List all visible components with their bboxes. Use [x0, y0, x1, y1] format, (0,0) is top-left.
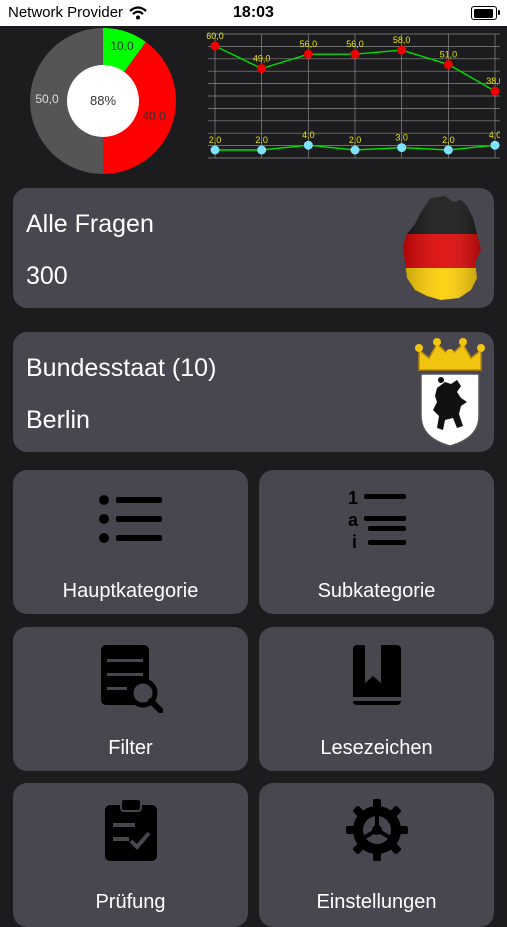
- pie-slice-label-grey: 50,0: [35, 92, 59, 106]
- upper-series-point: [397, 45, 407, 55]
- settings-label: Einstellungen: [316, 891, 437, 913]
- lower-series-point: [257, 145, 267, 155]
- lower-series-value-label: 2,0: [442, 135, 455, 145]
- lower-series-point: [350, 145, 360, 155]
- svg-text:i: i: [352, 532, 357, 550]
- score-pie-chart[interactable]: 88% 10,0 40,0 50,0: [28, 26, 178, 176]
- progress-line-chart[interactable]: 60,0 49,0 56,0 56,0 58,0 51,0 38,0 2,0 2,0 4,0 2,0…: [200, 26, 500, 162]
- lower-series-point: [490, 140, 500, 150]
- sub-category-tile[interactable]: 1 a i Subkategorie: [259, 470, 494, 614]
- upper-series-value-label: 58,0: [393, 35, 411, 45]
- numbered-list-icon: 1 a i: [348, 488, 406, 550]
- all-questions-count: 300: [26, 262, 68, 290]
- clock: 18:03: [233, 4, 274, 21]
- lower-series-value-label: 2,0: [209, 135, 222, 145]
- filter-tile[interactable]: Filter: [13, 627, 248, 771]
- upper-series-point: [490, 86, 500, 96]
- state-title: Bundesstaat (10): [26, 354, 217, 382]
- chart-value-labels: 60,0 49,0 56,0 56,0 58,0 51,0 38,0 2,0 2,0 4,0 2,0…: [206, 31, 500, 145]
- pie-center-label: 88%: [90, 93, 116, 108]
- upper-series-point: [257, 64, 267, 74]
- battery-icon: [471, 6, 500, 20]
- upper-series-point: [210, 41, 220, 51]
- upper-series-value-label: 60,0: [206, 31, 224, 41]
- gear-icon: [345, 799, 408, 861]
- sub-category-label: Subkategorie: [317, 580, 436, 602]
- clipboard-check-icon: [104, 798, 157, 861]
- state-card[interactable]: Bundesstaat (10) Berlin: [13, 332, 494, 452]
- settings-tile[interactable]: Einstellungen: [259, 783, 494, 927]
- svg-text:1: 1: [348, 488, 358, 508]
- lower-series-point: [443, 145, 453, 155]
- exam-tile[interactable]: Prüfung: [13, 783, 248, 927]
- germany-flag-map-icon: [403, 196, 481, 300]
- upper-series-point: [350, 49, 360, 59]
- main-category-label: Hauptkategorie: [62, 580, 199, 602]
- lower-series-value-label: 4,0: [489, 130, 500, 140]
- upper-series-point: [303, 49, 313, 59]
- upper-series-value-label: 38,0: [486, 76, 500, 86]
- lower-series-point: [303, 140, 313, 150]
- upper-series-point: [443, 59, 453, 69]
- upper-series-value-label: 51,0: [440, 49, 458, 59]
- upper-series-value-label: 56,0: [346, 39, 364, 49]
- pie-slice-label-red: 40,0: [142, 109, 166, 123]
- berlin-coat-of-arms-icon: [415, 338, 485, 447]
- lower-series-value-label: 3,0: [395, 133, 408, 143]
- all-questions-card[interactable]: Alle Fragen 300: [13, 188, 494, 308]
- svg-text:a: a: [348, 510, 359, 530]
- pie-slice-label-green: 10,0: [110, 39, 134, 53]
- lower-series-point: [210, 145, 220, 155]
- lower-series-point: [397, 143, 407, 153]
- filter-label: Filter: [108, 737, 153, 759]
- filter-search-icon: [100, 645, 163, 713]
- status-bar: Network Provider 18:03: [0, 0, 507, 26]
- main-category-tile[interactable]: Hauptkategorie: [13, 470, 248, 614]
- state-name: Berlin: [26, 406, 90, 434]
- bookmark-book-icon: [352, 645, 401, 705]
- all-questions-title: Alle Fragen: [26, 210, 154, 238]
- bookmarks-tile[interactable]: Lesezeichen: [259, 627, 494, 771]
- lower-series-value-label: 2,0: [255, 135, 268, 145]
- lower-series-value-label: 4,0: [302, 130, 315, 140]
- bookmarks-label: Lesezeichen: [320, 737, 433, 759]
- upper-series-value-label: 56,0: [300, 39, 318, 49]
- exam-label: Prüfung: [95, 891, 166, 913]
- lower-series-value-label: 2,0: [349, 135, 362, 145]
- list-bullets-icon: [98, 495, 162, 543]
- upper-series-value-label: 49,0: [253, 54, 271, 64]
